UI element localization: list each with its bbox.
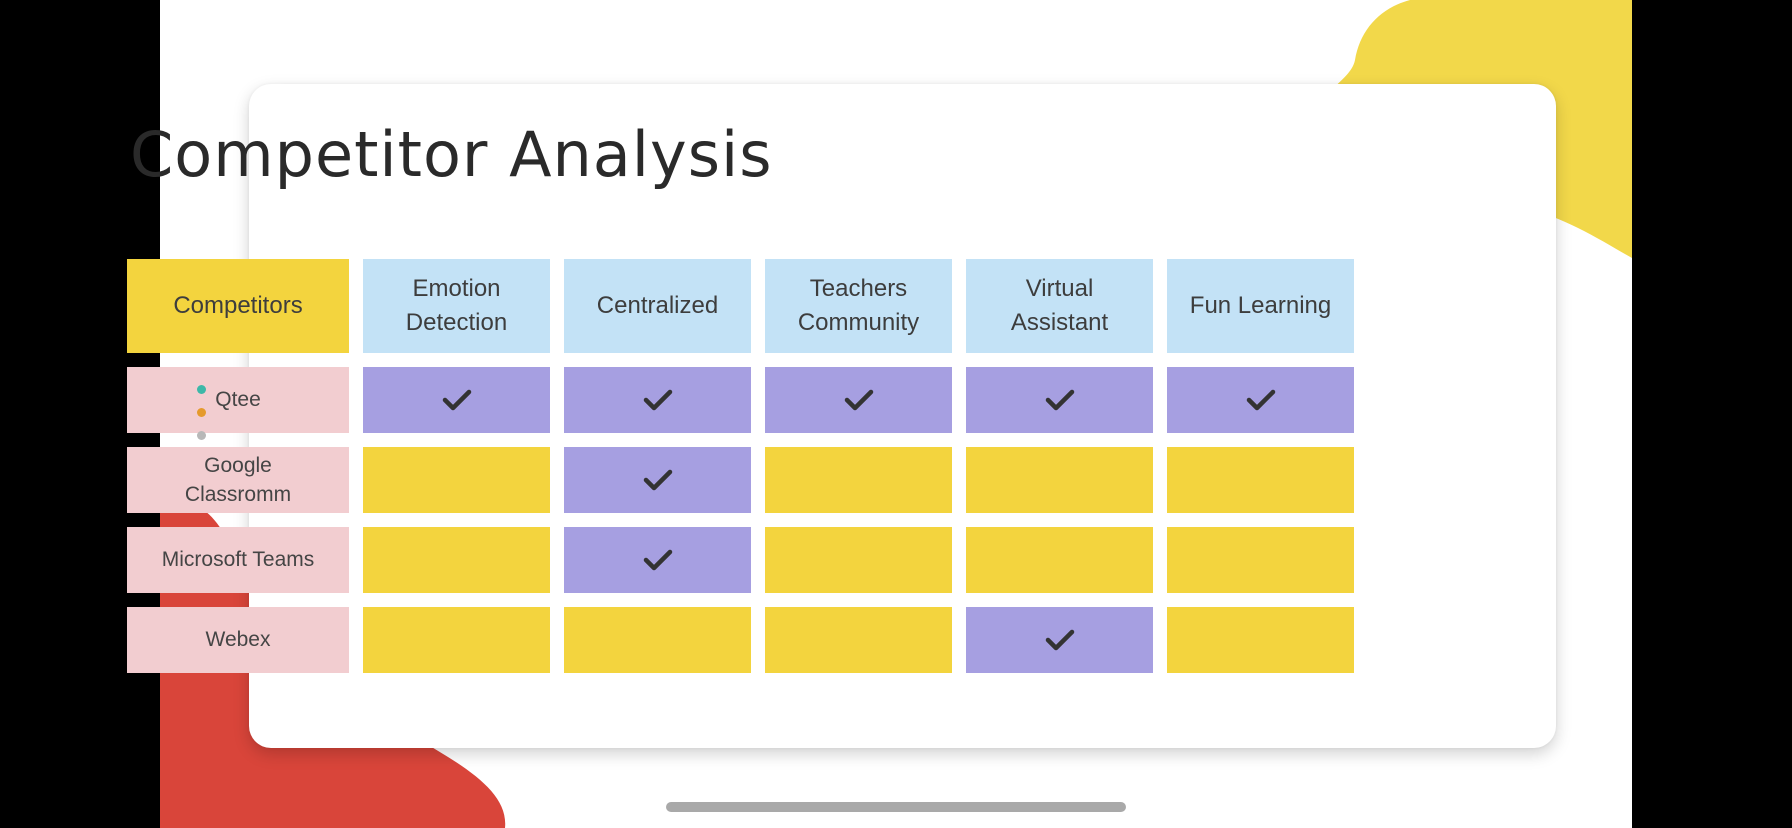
indicator-dot-teal xyxy=(197,385,206,394)
header-teachers-community: Teachers Community xyxy=(765,259,952,353)
header-label-line1: Virtual xyxy=(1025,275,1094,303)
row-label-line1: Qtee xyxy=(215,388,261,412)
table-cell xyxy=(966,447,1153,513)
table-cell xyxy=(363,367,550,433)
table-cell xyxy=(363,607,550,673)
page-title: Competitor Analysis xyxy=(130,118,773,191)
checkmark-icon xyxy=(1045,629,1074,651)
table-cell xyxy=(765,367,952,433)
row-label-qtee: Qtee xyxy=(127,367,349,433)
checkmark-icon xyxy=(643,549,672,571)
table-cell xyxy=(765,607,952,673)
header-fun-learning: Fun Learning xyxy=(1167,259,1354,353)
table-cell xyxy=(966,607,1153,673)
row-label-line2: Classromm xyxy=(184,483,292,506)
slide-indicator-dots xyxy=(197,385,207,454)
home-indicator-bar[interactable] xyxy=(666,802,1126,812)
row-label-line1: Webex xyxy=(205,628,271,652)
table-cell xyxy=(363,447,550,513)
header-label-line2: Community xyxy=(797,309,920,336)
table-cell xyxy=(564,607,751,673)
table-cell xyxy=(564,447,751,513)
header-label-line1: Emotion xyxy=(412,275,501,303)
competitor-table: Competitors Emotion Detection Centralized… xyxy=(127,259,1355,673)
header-label-line1: Centralized xyxy=(596,292,719,320)
table-cell xyxy=(966,367,1153,433)
table-cell xyxy=(564,527,751,593)
header-emotion-detection: Emotion Detection xyxy=(363,259,550,353)
header-virtual-assistant: Virtual Assistant xyxy=(966,259,1153,353)
table-cell xyxy=(363,527,550,593)
row-label-line1: Microsoft Teams xyxy=(161,548,315,572)
indicator-dot-gray xyxy=(197,431,206,440)
header-centralized: Centralized xyxy=(564,259,751,353)
header-label-line1: Fun Learning xyxy=(1189,292,1332,320)
table-cell xyxy=(1167,367,1354,433)
row-label-line1: Google xyxy=(204,453,272,477)
header-label-line2: Assistant xyxy=(1010,309,1109,336)
row-label-webex: Webex xyxy=(127,607,349,673)
checkmark-icon xyxy=(1045,389,1074,411)
table-cell xyxy=(765,447,952,513)
indicator-dot-orange xyxy=(197,408,206,417)
row-label-google-classroom: Google Classromm xyxy=(127,447,349,513)
header-competitors: Competitors xyxy=(127,259,349,353)
checkmark-icon xyxy=(844,389,873,411)
row-label-microsoft-teams: Microsoft Teams xyxy=(127,527,349,593)
checkmark-icon xyxy=(643,389,672,411)
checkmark-icon xyxy=(1246,389,1275,411)
table-cell xyxy=(765,527,952,593)
table-cell xyxy=(564,367,751,433)
table-cell xyxy=(1167,447,1354,513)
header-competitors-label: Competitors xyxy=(173,292,303,320)
checkmark-icon xyxy=(643,469,672,491)
header-label-line1: Teachers xyxy=(809,275,908,303)
header-label-line2: Detection xyxy=(405,309,508,336)
table-cell xyxy=(966,527,1153,593)
table-cell xyxy=(1167,527,1354,593)
table-cell xyxy=(1167,607,1354,673)
checkmark-icon xyxy=(442,389,471,411)
